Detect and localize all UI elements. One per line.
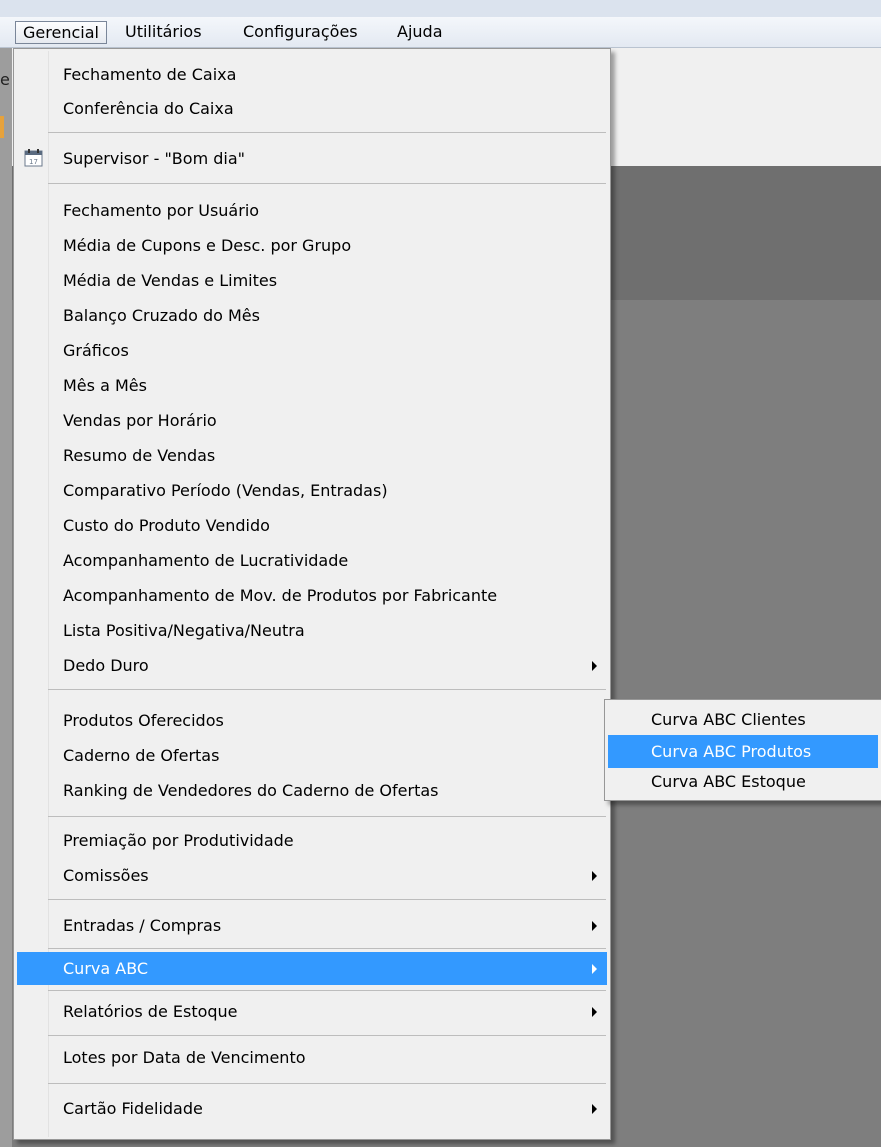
menu-item-label: Cartão Fidelidade <box>63 1099 203 1118</box>
menu-item-fechamento-de-caixa[interactable]: Fechamento de Caixa <box>17 58 607 91</box>
menu-item-media-de-cupons[interactable]: Média de Cupons e Desc. por Grupo <box>17 229 607 262</box>
menu-item-label: Custo do Produto Vendido <box>63 516 270 535</box>
menu-item-curva-abc[interactable]: Curva ABC <box>17 952 607 985</box>
background-left-edge <box>0 48 12 1147</box>
menu-item-comissoes[interactable]: Comissões <box>17 859 607 892</box>
calendar-icon: 17 <box>24 149 44 168</box>
submenu-arrow-icon <box>592 871 597 881</box>
submenu-item-label: Curva ABC Produtos <box>651 742 812 761</box>
menu-item-vendas-por-horario[interactable]: Vendas por Horário <box>17 404 607 437</box>
menu-item-label: Premiação por Produtividade <box>63 831 294 850</box>
menu-item-label: Acompanhamento de Mov. de Produtos por F… <box>63 586 498 605</box>
menubar-configuracoes[interactable]: Configurações <box>235 21 366 42</box>
menu-item-label: Mês a Mês <box>63 376 147 395</box>
background-toolbar-icon-fragment <box>0 116 4 138</box>
menubar-ajuda[interactable]: Ajuda <box>389 21 451 42</box>
submenu-item-curva-abc-produtos[interactable]: Curva ABC Produtos <box>608 735 878 768</box>
menu-item-resumo-de-vendas[interactable]: Resumo de Vendas <box>17 439 607 472</box>
menu-item-label: Fechamento de Caixa <box>63 65 237 84</box>
menu-item-premiacao-por-produtividade[interactable]: Premiação por Produtividade <box>17 824 607 857</box>
menu-item-label: Lista Positiva/Negativa/Neutra <box>63 621 305 640</box>
menu-item-ranking-de-vendedores[interactable]: Ranking de Vendedores do Caderno de Ofer… <box>17 774 607 807</box>
menu-separator <box>48 816 606 817</box>
menu-item-label: Comissões <box>63 866 149 885</box>
menu-item-label: Entradas / Compras <box>63 916 222 935</box>
background-left-text: e <box>0 70 10 89</box>
menu-item-label: Lotes por Data de Vencimento <box>63 1048 306 1067</box>
menu-item-label: Vendas por Horário <box>63 411 217 430</box>
menu-separator <box>48 1035 606 1036</box>
curva-abc-submenu: Curva ABC Clientes Curva ABC Produtos Cu… <box>604 699 881 801</box>
menu-item-lista-positiva-negativa-neutra[interactable]: Lista Positiva/Negativa/Neutra <box>17 614 607 647</box>
menu-item-lotes-por-data-de-vencimento[interactable]: Lotes por Data de Vencimento <box>17 1041 607 1074</box>
submenu-item-label: Curva ABC Estoque <box>651 772 806 791</box>
submenu-arrow-icon <box>592 661 597 671</box>
menu-item-label: Ranking de Vendedores do Caderno de Ofer… <box>63 781 439 800</box>
menu-item-graficos[interactable]: Gráficos <box>17 334 607 367</box>
menu-separator <box>48 132 606 133</box>
menu-item-label: Relatórios de Estoque <box>63 1002 238 1021</box>
menu-item-cartao-fidelidade[interactable]: Cartão Fidelidade <box>17 1092 607 1125</box>
menu-item-balanco-cruzado-do-mes[interactable]: Balanço Cruzado do Mês <box>17 299 607 332</box>
menubar-gerencial[interactable]: Gerencial <box>15 21 107 44</box>
menu-separator <box>48 948 606 949</box>
menu-item-label: Resumo de Vendas <box>63 446 216 465</box>
menu-item-label: Gráficos <box>63 341 129 360</box>
menu-item-label: Balanço Cruzado do Mês <box>63 306 260 325</box>
menu-item-label: Dedo Duro <box>63 656 149 675</box>
window-title-strip <box>0 0 881 17</box>
menu-item-label: Acompanhamento de Lucratividade <box>63 551 349 570</box>
menu-item-mes-a-mes[interactable]: Mês a Mês <box>17 369 607 402</box>
menu-separator <box>48 689 606 690</box>
menu-separator <box>48 183 606 184</box>
menu-item-label: Curva ABC <box>63 959 149 978</box>
menu-item-fechamento-por-usuario[interactable]: Fechamento por Usuário <box>17 194 607 227</box>
menubar-utilitarios[interactable]: Utilitários <box>117 21 210 42</box>
menu-item-custo-do-produto-vendido[interactable]: Custo do Produto Vendido <box>17 509 607 542</box>
menu-item-media-de-vendas-e-limites[interactable]: Média de Vendas e Limites <box>17 264 607 297</box>
menu-item-acompanhamento-mov-produtos[interactable]: Acompanhamento de Mov. de Produtos por F… <box>17 579 607 612</box>
menu-item-label: Supervisor - "Bom dia" <box>63 149 245 168</box>
menu-item-label: Produtos Oferecidos <box>63 711 224 730</box>
gerencial-dropdown-menu: Fechamento de Caixa Conferência do Caixa… <box>13 48 611 1140</box>
submenu-arrow-icon <box>592 921 597 931</box>
menu-item-conferencia-do-caixa[interactable]: Conferência do Caixa <box>17 92 607 125</box>
calendar-icon-day: 17 <box>29 158 38 166</box>
menu-item-label: Comparativo Período (Vendas, Entradas) <box>63 481 388 500</box>
menu-item-label: Caderno de Ofertas <box>63 746 220 765</box>
menu-item-dedo-duro[interactable]: Dedo Duro <box>17 649 607 682</box>
menu-separator <box>48 899 606 900</box>
menu-separator <box>48 1083 606 1084</box>
menu-item-comparativo-periodo[interactable]: Comparativo Período (Vendas, Entradas) <box>17 474 607 507</box>
menu-item-supervisor-bom-dia[interactable]: 17 Supervisor - "Bom dia" <box>17 142 607 175</box>
submenu-item-label: Curva ABC Clientes <box>651 710 806 729</box>
menu-bar: Gerencial Utilitários Configurações Ajud… <box>0 17 881 48</box>
menu-item-label: Fechamento por Usuário <box>63 201 260 220</box>
menu-item-label: Média de Vendas e Limites <box>63 271 278 290</box>
menu-item-relatorios-de-estoque[interactable]: Relatórios de Estoque <box>17 995 607 1028</box>
submenu-arrow-icon <box>592 1104 597 1114</box>
menu-item-caderno-de-ofertas[interactable]: Caderno de Ofertas <box>17 739 607 772</box>
menu-item-entradas-compras[interactable]: Entradas / Compras <box>17 909 607 942</box>
menu-separator <box>48 990 606 991</box>
submenu-item-curva-abc-estoque[interactable]: Curva ABC Estoque <box>608 765 878 798</box>
menu-item-produtos-oferecidos[interactable]: Produtos Oferecidos <box>17 704 607 737</box>
submenu-arrow-icon <box>592 964 597 974</box>
submenu-arrow-icon <box>592 1007 597 1017</box>
submenu-item-curva-abc-clientes[interactable]: Curva ABC Clientes <box>608 703 878 736</box>
menu-item-label: Média de Cupons e Desc. por Grupo <box>63 236 352 255</box>
menu-item-acompanhamento-de-lucratividade[interactable]: Acompanhamento de Lucratividade <box>17 544 607 577</box>
menu-item-label: Conferência do Caixa <box>63 99 234 118</box>
